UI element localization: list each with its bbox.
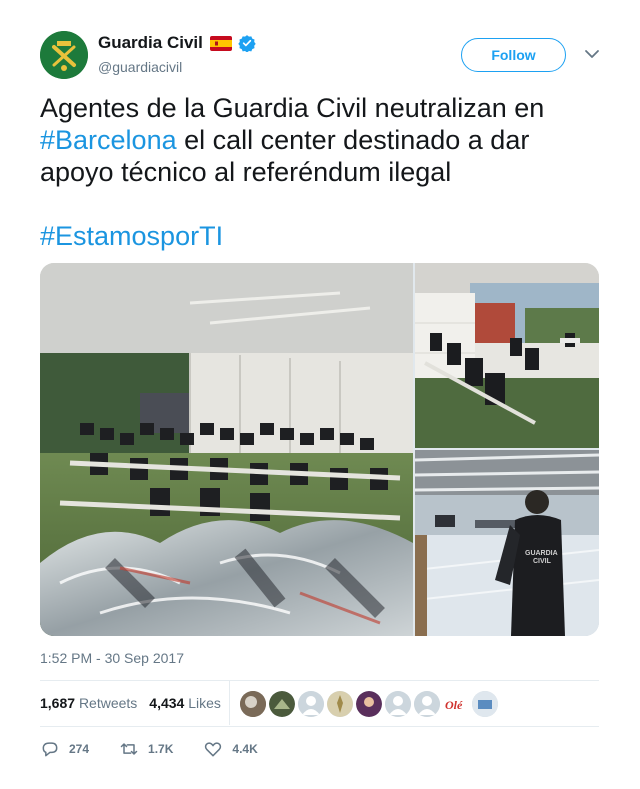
svg-text:GUARDIA: GUARDIA: [525, 550, 558, 557]
liker-avatar[interactable]: [356, 691, 382, 717]
hashtag-barcelona-link[interactable]: #Barcelona: [40, 125, 177, 155]
reply-icon: [42, 742, 58, 757]
media-grid: GUARDIA CIVIL: [40, 263, 599, 636]
liker-avatar[interactable]: [472, 691, 498, 717]
likes-stat[interactable]: 4,434 Likes: [149, 695, 221, 711]
photo-call-center-room[interactable]: [40, 263, 413, 636]
svg-text:Olé: Olé: [445, 698, 463, 712]
retweet-count: 1.7K: [148, 742, 174, 756]
display-name[interactable]: Guardia Civil: [98, 33, 203, 53]
divider-bottom: [40, 726, 599, 727]
engagement-stats: 1,687 Retweets 4,434 Likes: [40, 681, 233, 725]
liker-avatars: Olé: [240, 691, 501, 717]
liker-avatar[interactable]: [327, 691, 353, 717]
liker-avatar[interactable]: [385, 691, 411, 717]
tweet-text: Agentes de la Guardia Civil neutralizan …: [40, 92, 610, 252]
chevron-down-icon[interactable]: [584, 47, 600, 61]
stats-separator: [229, 681, 230, 725]
user-handle[interactable]: @guardiacivil: [98, 59, 182, 75]
svg-text:CIVIL: CIVIL: [533, 558, 552, 565]
liker-avatar[interactable]: [240, 691, 266, 717]
liker-avatar[interactable]: [414, 691, 440, 717]
avatar[interactable]: [40, 31, 88, 79]
name-row: Guardia Civil: [98, 33, 256, 53]
likes-label: Likes: [188, 695, 221, 711]
liker-avatar[interactable]: [298, 691, 324, 717]
liker-avatar[interactable]: Olé: [443, 691, 469, 717]
like-count: 4.4K: [232, 742, 258, 756]
like-button[interactable]: 4.4K: [203, 739, 258, 759]
retweet-icon: [120, 743, 138, 755]
heart-icon: [205, 742, 222, 757]
follow-button[interactable]: Follow: [461, 38, 566, 72]
tweet-text-part1: Agentes de la Guardia Civil neutralizan …: [40, 93, 545, 123]
likes-count: 4,434: [149, 695, 185, 711]
tweet-timestamp[interactable]: 1:52 PM - 30 Sep 2017: [40, 650, 184, 666]
reply-count: 274: [69, 742, 90, 756]
tweet-actions: 274 1.7K 4.4K: [40, 738, 288, 760]
retweets-stat[interactable]: 1,687 Retweets: [40, 695, 137, 711]
spain-flag-icon: [209, 35, 232, 51]
reply-button[interactable]: 274: [40, 739, 89, 759]
retweets-label: Retweets: [78, 695, 138, 711]
retweet-button[interactable]: 1.7K: [119, 739, 173, 759]
photo-computer-rows[interactable]: [415, 263, 599, 448]
hashtag-estamosporti-link[interactable]: #EstamosporTI: [40, 220, 610, 252]
verified-badge-icon: [238, 34, 256, 53]
tweet-card: Guardia Civil @guardiacivil Follow Agent…: [0, 0, 640, 789]
retweets-count: 1,687: [40, 695, 76, 711]
guardia-civil-emblem-icon: [40, 31, 88, 79]
liker-avatar[interactable]: [269, 691, 295, 717]
photo-guardia-civil-officer[interactable]: GUARDIA CIVIL: [415, 450, 599, 636]
